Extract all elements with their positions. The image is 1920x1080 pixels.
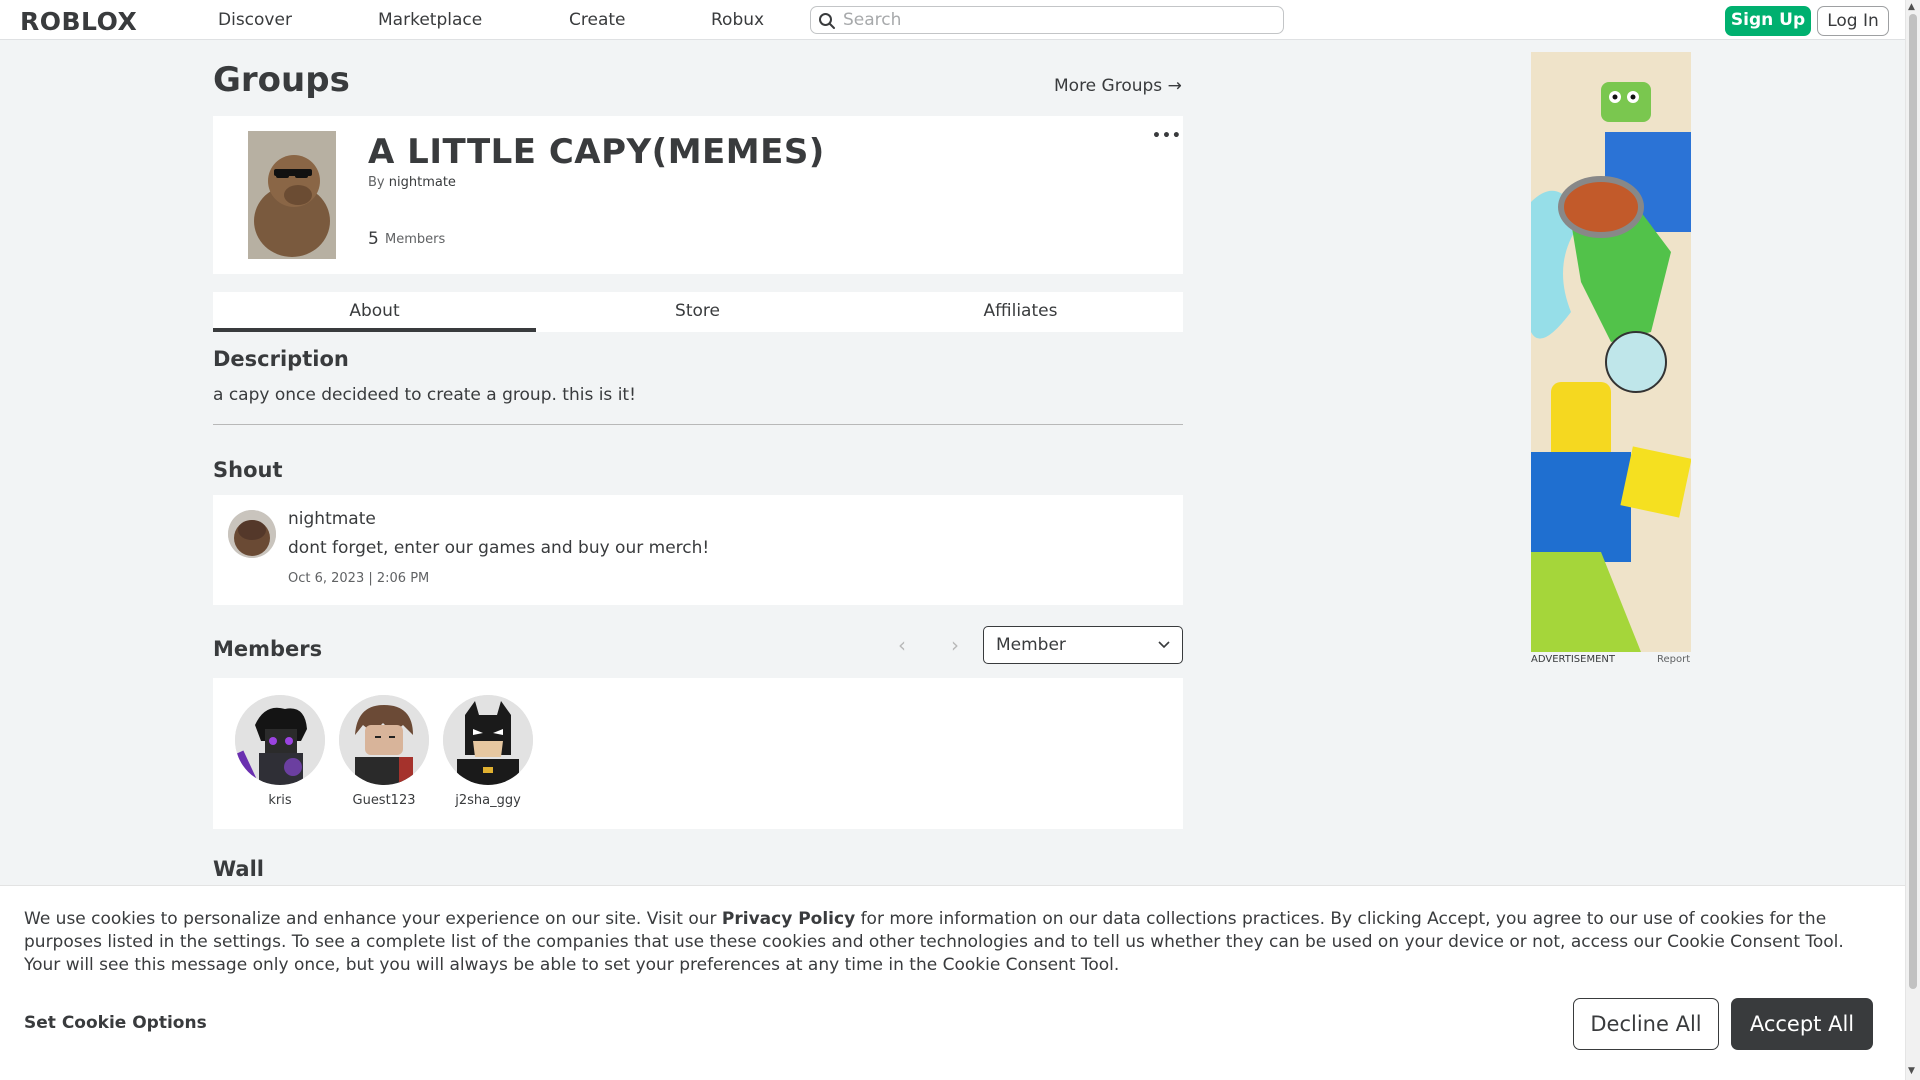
description-heading: Description: [213, 347, 349, 371]
by-label: By: [368, 175, 385, 190]
shout-message: dont forget, enter our games and buy our…: [288, 538, 710, 558]
nav-marketplace[interactable]: Marketplace: [378, 10, 482, 30]
more-groups-link[interactable]: More Groups →: [1054, 76, 1182, 96]
set-cookie-options-link[interactable]: Set Cookie Options: [24, 1013, 207, 1033]
page-scrollbar[interactable]: ▲ ▼: [1905, 0, 1920, 1080]
decline-all-button[interactable]: Decline All: [1573, 998, 1719, 1050]
ad-label: ADVERTISEMENT: [1531, 654, 1616, 665]
nav-discover[interactable]: Discover: [218, 10, 292, 30]
group-header-card: A LITTLE CAPY(MEMES) By nightmate 5 Memb…: [213, 116, 1183, 274]
member-name[interactable]: Guest123: [338, 793, 430, 808]
chevron-left-icon[interactable]: ‹: [898, 633, 906, 657]
login-button[interactable]: Log In: [1817, 6, 1889, 36]
tab-affiliates[interactable]: Affiliates: [859, 292, 1182, 332]
shout-card: nightmate dont forget, enter our games a…: [213, 495, 1183, 605]
ad-report-link[interactable]: Report: [1657, 654, 1690, 665]
accept-all-button[interactable]: Accept All: [1731, 998, 1873, 1050]
tab-about[interactable]: About: [213, 292, 536, 332]
roblox-logo[interactable]: ROBLOX: [20, 7, 137, 36]
avatar[interactable]: [443, 695, 533, 785]
members-card: kris Guest123 j2sha_ggy: [213, 678, 1183, 829]
nav-robux[interactable]: Robux: [711, 10, 764, 30]
role-dropdown-value: Member: [996, 635, 1066, 655]
search-box[interactable]: [810, 6, 1284, 34]
group-owner-line: By nightmate: [368, 175, 456, 190]
cookie-text-start: We use cookies to personalize and enhanc…: [24, 909, 722, 929]
search-icon: [819, 13, 835, 29]
avatar[interactable]: [228, 510, 276, 558]
cookie-message: We use cookies to personalize and enhanc…: [24, 908, 1884, 977]
ellipsis-icon[interactable]: •••: [1152, 128, 1182, 144]
avatar[interactable]: [235, 695, 325, 785]
group-name: A LITTLE CAPY(MEMES): [368, 132, 825, 172]
scroll-down-icon[interactable]: ▼: [1908, 1066, 1915, 1076]
members-heading: Members: [213, 637, 323, 661]
search-input[interactable]: [843, 9, 1273, 31]
nav-create[interactable]: Create: [569, 10, 626, 30]
member-count: 5: [368, 229, 379, 249]
divider: [213, 424, 1183, 425]
group-emblem: [228, 131, 356, 259]
avatar[interactable]: [339, 695, 429, 785]
chevron-down-icon: [1158, 641, 1170, 649]
privacy-policy-link[interactable]: Privacy Policy: [722, 909, 855, 929]
group-tabs: About Store Affiliates: [213, 292, 1183, 332]
shout-heading: Shout: [213, 458, 283, 482]
shout-username[interactable]: nightmate: [288, 509, 376, 529]
wall-heading: Wall: [213, 857, 264, 881]
chevron-right-icon[interactable]: ›: [951, 633, 959, 657]
cookie-banner: We use cookies to personalize and enhanc…: [0, 885, 1905, 1080]
list-item[interactable]: j2sha_ggy: [442, 695, 534, 808]
description-text: a capy once decideed to create a group. …: [213, 385, 636, 405]
member-name[interactable]: kris: [234, 793, 326, 808]
top-nav: ROBLOX Discover Marketplace Create Robux…: [0, 0, 1905, 40]
advertisement-banner[interactable]: [1531, 52, 1691, 652]
list-item[interactable]: Guest123: [338, 695, 430, 808]
signup-button[interactable]: Sign Up: [1725, 6, 1811, 36]
page-title: Groups: [213, 60, 350, 100]
scroll-up-icon[interactable]: ▲: [1908, 2, 1915, 12]
role-dropdown[interactable]: Member: [983, 626, 1183, 664]
members-label: Members: [385, 232, 446, 247]
tab-store[interactable]: Store: [536, 292, 859, 332]
list-item[interactable]: kris: [234, 695, 326, 808]
member-name[interactable]: j2sha_ggy: [442, 793, 534, 808]
shout-date: Oct 6, 2023 | 2:06 PM: [288, 571, 430, 586]
scroll-thumb[interactable]: [1909, 14, 1917, 989]
owner-link[interactable]: nightmate: [389, 175, 456, 190]
